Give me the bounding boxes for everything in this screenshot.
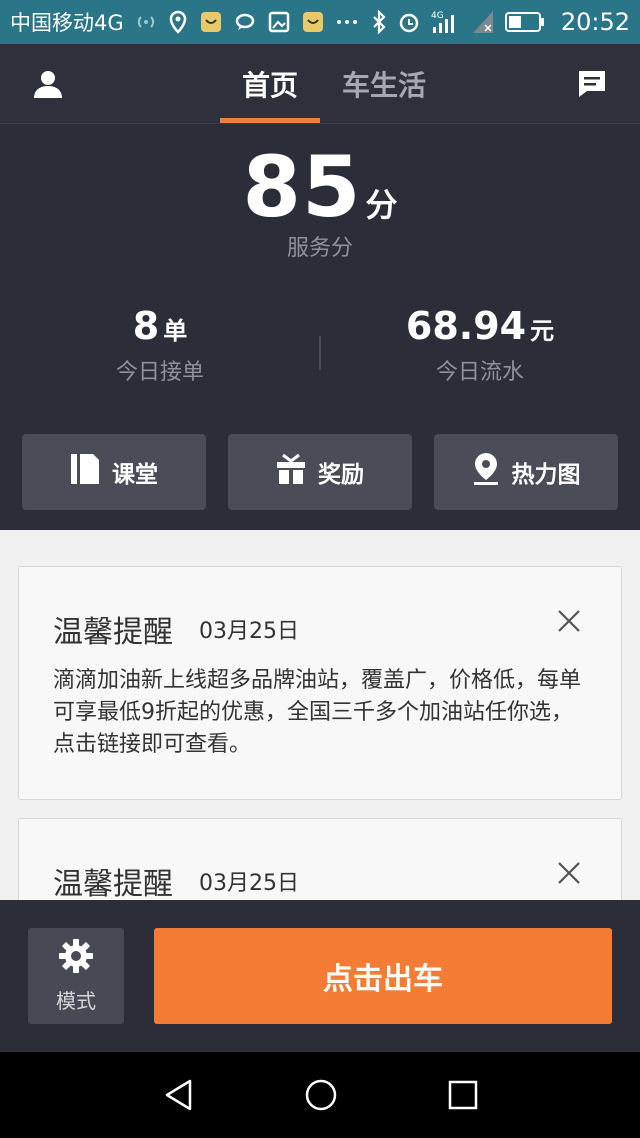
notice-card[interactable]: 温馨提醒 03月25日 [18,818,622,900]
profile-icon[interactable] [30,66,66,102]
mode-label: 模式 [56,989,96,1013]
score-label: 服务分 [286,236,353,261]
notice-body: 滴滴加油新上线超多品牌油站，覆盖广，价格低，每单可享最低9折起的优惠，全国三千多… [53,668,582,757]
tab-home[interactable]: 首页 [242,64,298,104]
notice-feed: 温馨提醒 03月25日 滴滴加油新上线超多品牌油站，覆盖广，价格低，每单可享最低… [0,530,640,900]
orders-value: 8 [132,304,160,348]
gear-icon [58,938,94,979]
score-unit: 分 [365,186,398,224]
more-icon [336,18,358,26]
system-navigation-bar [0,1052,640,1138]
classroom-label: 课堂 [112,462,158,488]
alarm-icon [397,10,421,34]
bluetooth-icon [371,10,387,34]
revenue-value: 68.94 [405,304,527,348]
rewards-button[interactable]: 奖励 [228,434,412,510]
recent-apps-icon[interactable] [446,1078,480,1112]
orders-unit: 单 [163,317,188,345]
signal-icon: 4G [431,9,461,35]
gift-icon [276,453,306,491]
notice-card[interactable]: 温馨提醒 03月25日 滴滴加油新上线超多品牌油站，覆盖广，价格低，每单可享最低… [18,566,622,800]
close-icon[interactable] [557,861,581,885]
orders-label: 今日接单 [115,360,204,385]
stats-panel: 85 分 服务分 8单 今日接单 68.94 元 今日流水 课堂 奖励 热力图 [0,124,640,530]
top-navigation: 首页 车生活 [0,44,640,124]
bottom-action-bar: 模式 点击出车 [0,900,640,1052]
notice-date: 03月25日 [199,871,299,896]
battery-icon [504,11,545,33]
book-icon [70,452,100,492]
signal-icon [471,9,495,35]
orders-stat: 8单 今日接单 [0,304,320,386]
service-score: 85 分 [0,138,640,236]
heatmap-button[interactable]: 热力图 [434,434,618,510]
rewards-label: 奖励 [318,462,364,488]
message-icon[interactable] [576,68,608,100]
notice-date: 03月25日 [199,619,299,644]
map-pin-icon [472,452,500,492]
app-icon [200,11,222,33]
hotspot-icon [136,12,156,32]
back-icon[interactable] [162,1078,196,1112]
network-type-label: 4G [431,11,444,21]
revenue-label: 今日流水 [435,360,524,385]
home-icon[interactable] [304,1078,338,1112]
heatmap-label: 热力图 [511,462,581,488]
carrier-label: 中国移动4G [10,11,124,35]
revenue-unit: 元 [530,317,555,345]
revenue-stat: 68.94 元 今日流水 [320,304,640,386]
app-icon [302,11,324,33]
chat-icon [234,12,256,32]
tab-car-life[interactable]: 车生活 [342,64,426,104]
notice-title: 温馨提醒 [53,867,173,900]
location-icon [168,10,188,34]
mode-button[interactable]: 模式 [28,928,124,1024]
go-online-button[interactable]: 点击出车 [154,928,612,1024]
status-bar: 中国移动4G 4G 20:52 [0,0,640,44]
score-value: 85 [242,138,362,236]
clock: 20:52 [560,8,630,36]
notice-title: 温馨提醒 [53,615,173,650]
classroom-button[interactable]: 课堂 [22,434,206,510]
gallery-icon [268,11,290,33]
close-icon[interactable] [557,609,581,633]
active-tab-indicator [220,118,320,123]
